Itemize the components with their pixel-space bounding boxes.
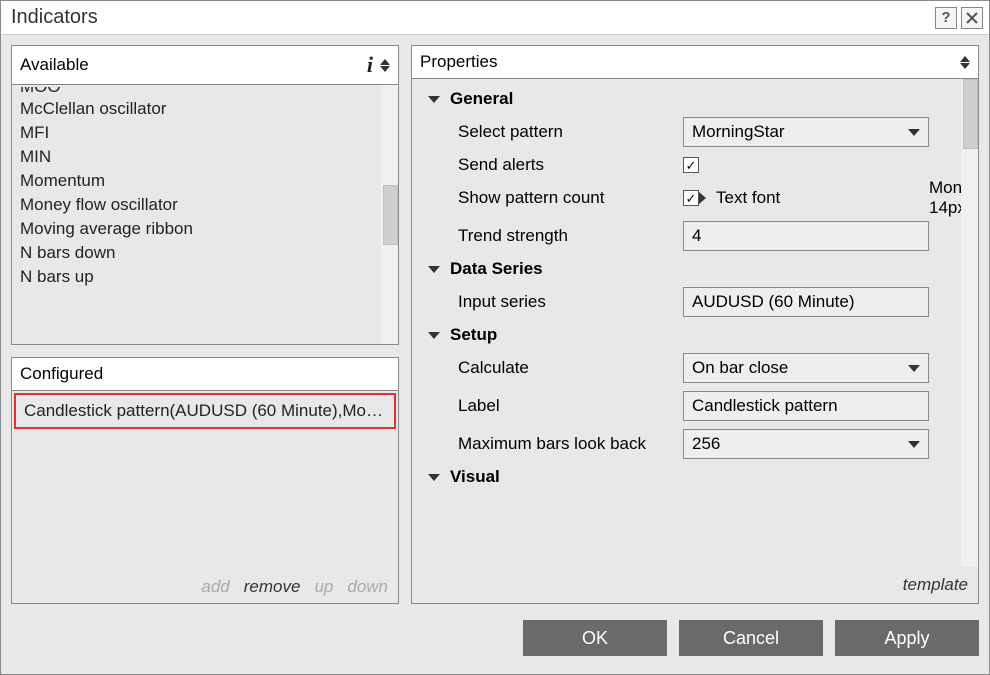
list-item[interactable]: Money flow oscillator	[12, 193, 398, 217]
cancel-button[interactable]: Cancel	[679, 620, 823, 656]
trend-strength-value: 4	[692, 226, 701, 246]
available-panel: Available i MOO McClellan oscillator MFI…	[11, 45, 399, 345]
down-action[interactable]: down	[347, 577, 388, 597]
row-max-bars: Maximum bars look back 256	[422, 425, 958, 463]
max-bars-label: Maximum bars look back	[458, 434, 683, 454]
available-header-label: Available	[20, 55, 89, 75]
list-item[interactable]: MFI	[12, 121, 398, 145]
configured-header-label: Configured	[20, 364, 103, 384]
show-pattern-count-label: Show pattern count	[458, 188, 683, 208]
label-field-input[interactable]: Candlestick pattern	[683, 391, 929, 421]
row-label: Label Candlestick pattern	[422, 387, 958, 425]
add-action[interactable]: add	[201, 577, 229, 597]
scrollbar-thumb[interactable]	[963, 79, 978, 149]
ok-button[interactable]: OK	[523, 620, 667, 656]
row-calculate: Calculate On bar close	[422, 349, 958, 387]
up-action[interactable]: up	[314, 577, 333, 597]
section-setup[interactable]: Setup	[422, 321, 958, 349]
scrollbar-track[interactable]	[961, 79, 978, 567]
trend-strength-input[interactable]: 4	[683, 221, 929, 251]
chevron-down-icon	[428, 96, 440, 103]
configured-panel: Configured Candlestick pattern(AUDUSD (6…	[11, 357, 399, 604]
section-setup-label: Setup	[450, 325, 497, 345]
spinner-down-icon[interactable]	[960, 63, 970, 69]
row-select-pattern: Select pattern MorningStar	[422, 113, 958, 151]
section-data-series-label: Data Series	[450, 259, 543, 279]
chevron-down-icon	[428, 332, 440, 339]
configured-actions: add remove up down	[12, 571, 398, 603]
input-series-field[interactable]: AUDUSD (60 Minute)	[683, 287, 929, 317]
section-general[interactable]: General	[422, 85, 958, 113]
label-field-label: Label	[458, 396, 683, 416]
properties-panel: Properties General Select pattern	[411, 45, 979, 604]
configured-body: Candlestick pattern(AUDUSD (60 Minute),M…	[12, 391, 398, 603]
section-data-series[interactable]: Data Series	[422, 255, 958, 283]
row-trend-strength: Trend strength 4	[422, 217, 958, 255]
list-item[interactable]: N bars up	[12, 265, 398, 289]
max-bars-value: 256	[692, 434, 720, 454]
dialog-footer: OK Cancel Apply	[1, 604, 989, 674]
properties-header-label: Properties	[420, 52, 497, 72]
input-series-label: Input series	[458, 292, 683, 312]
calculate-value: On bar close	[692, 358, 788, 378]
label-field-value: Candlestick pattern	[692, 396, 838, 416]
configured-header: Configured	[12, 358, 398, 391]
list-item[interactable]: MIN	[12, 145, 398, 169]
info-icon[interactable]: i	[367, 52, 373, 78]
chevron-down-icon	[428, 474, 440, 481]
properties-scroll-spinner[interactable]	[960, 56, 970, 69]
chevron-down-icon	[908, 441, 920, 448]
apply-button[interactable]: Apply	[835, 620, 979, 656]
template-link[interactable]: template	[903, 575, 968, 595]
row-input-series: Input series AUDUSD (60 Minute)	[422, 283, 958, 321]
window-title: Indicators	[11, 6, 931, 29]
input-series-value: AUDUSD (60 Minute)	[692, 292, 855, 312]
chevron-down-icon	[908, 365, 920, 372]
trend-strength-label: Trend strength	[458, 226, 683, 246]
calculate-label: Calculate	[458, 358, 683, 378]
template-row: template	[412, 567, 978, 603]
close-button[interactable]	[961, 7, 983, 29]
configured-item[interactable]: Candlestick pattern(AUDUSD (60 Minute),M…	[14, 393, 396, 429]
available-scroll-spinner[interactable]	[380, 59, 390, 72]
left-column: Available i MOO McClellan oscillator MFI…	[11, 45, 399, 604]
chevron-right-icon	[699, 192, 706, 204]
select-pattern-value: MorningStar	[692, 122, 785, 142]
section-visual-label: Visual	[450, 467, 500, 487]
list-item[interactable]: MOO	[12, 87, 398, 97]
available-header: Available i	[12, 46, 398, 85]
indicators-dialog: Indicators ? Available i MOO McC	[0, 0, 990, 675]
list-item[interactable]: N bars down	[12, 241, 398, 265]
select-pattern-dropdown[interactable]: MorningStar	[683, 117, 929, 147]
show-pattern-count-checkbox[interactable]: ✓	[683, 190, 699, 206]
select-pattern-label: Select pattern	[458, 122, 683, 142]
spinner-up-icon[interactable]	[380, 59, 390, 65]
section-general-label: General	[450, 89, 513, 109]
list-item[interactable]: Momentum	[12, 169, 398, 193]
calculate-dropdown[interactable]: On bar close	[683, 353, 929, 383]
remove-action[interactable]: remove	[244, 577, 301, 597]
max-bars-dropdown[interactable]: 256	[683, 429, 929, 459]
dialog-body: Available i MOO McClellan oscillator MFI…	[1, 35, 989, 604]
right-column: Properties General Select pattern	[411, 45, 979, 604]
properties-header: Properties	[412, 46, 978, 79]
row-send-alerts: Send alerts ✓	[422, 151, 958, 179]
available-list[interactable]: MOO McClellan oscillator MFI MIN Momentu…	[12, 85, 398, 344]
scrollbar-thumb[interactable]	[383, 185, 398, 245]
send-alerts-checkbox[interactable]: ✓	[683, 157, 699, 173]
spinner-down-icon[interactable]	[380, 66, 390, 72]
text-font-label: Text font	[716, 188, 929, 208]
list-item[interactable]: McClellan oscillator	[12, 97, 398, 121]
row-show-pattern-count: Show pattern count ✓ Text font Montserra…	[422, 179, 958, 217]
section-visual[interactable]: Visual	[422, 463, 958, 491]
help-button[interactable]: ?	[935, 7, 957, 29]
chevron-down-icon	[908, 129, 920, 136]
list-item[interactable]: Moving average ribbon	[12, 217, 398, 241]
send-alerts-label: Send alerts	[458, 155, 683, 175]
titlebar: Indicators ?	[1, 1, 989, 35]
properties-body: General Select pattern MorningStar Send …	[412, 79, 978, 567]
chevron-down-icon	[428, 266, 440, 273]
scrollbar-track[interactable]	[381, 85, 398, 344]
spinner-up-icon[interactable]	[960, 56, 970, 62]
